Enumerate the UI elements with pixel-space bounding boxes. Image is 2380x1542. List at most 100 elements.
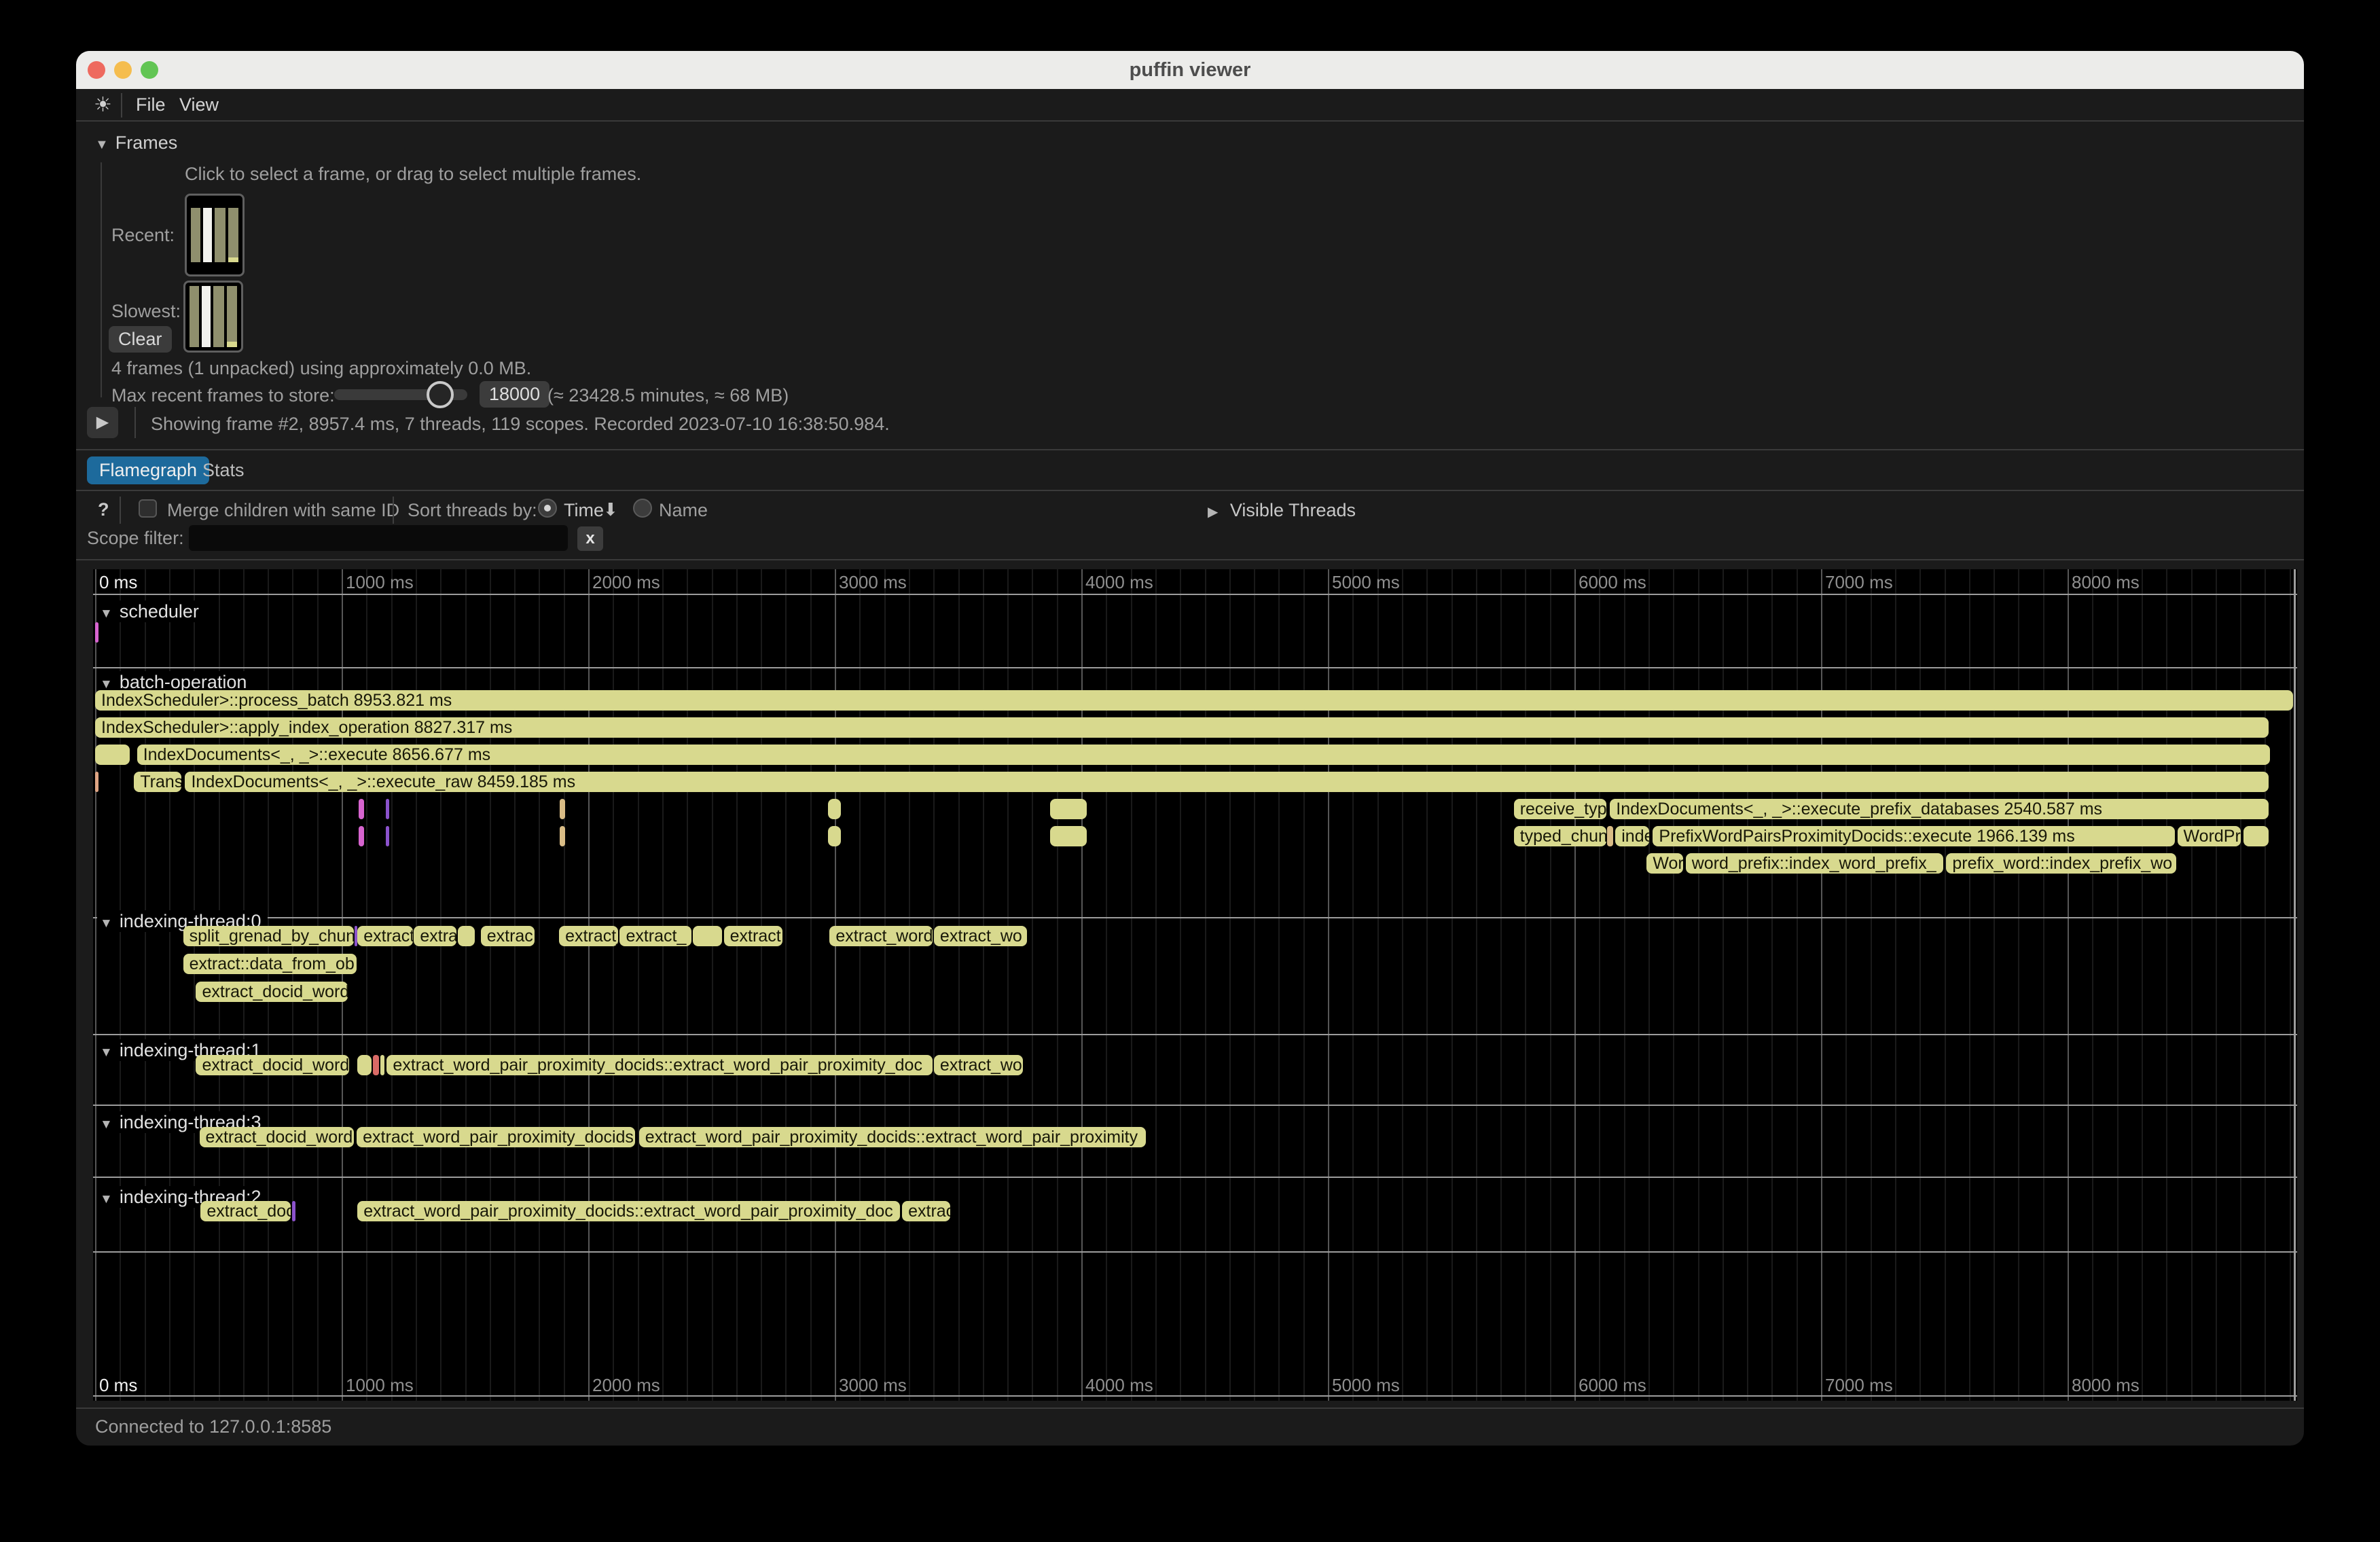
title-bar: puffin viewer: [76, 51, 2304, 89]
slowest-label: Slowest:: [111, 301, 181, 322]
canvas-right-edge: [2294, 569, 2296, 1401]
scope-bar[interactable]: [1050, 799, 1087, 819]
scope-bar[interactable]: extract_word_pair_proximity_docids::extr…: [386, 1055, 932, 1075]
axis-tick-label: 7000 ms: [1825, 572, 1893, 593]
scope-bar[interactable]: split_grenad_by_chun: [183, 926, 355, 946]
scope-bar[interactable]: index: [1615, 826, 1649, 846]
scope-bar[interactable]: [95, 745, 130, 765]
menu-view[interactable]: View: [179, 94, 219, 115]
collapse-triangle-icon: ▼: [100, 1045, 113, 1060]
menu-file[interactable]: File: [136, 94, 166, 115]
scope-bar[interactable]: extract_wo: [934, 926, 1027, 946]
sort-by-name-radio[interactable]: [633, 499, 652, 518]
scope-bar[interactable]: extrac: [481, 926, 535, 946]
scope-bar[interactable]: [386, 826, 389, 846]
scope-bar[interactable]: extract_docid_word: [196, 982, 348, 1002]
separator: [76, 559, 2304, 560]
clear-frames-button[interactable]: Clear: [109, 326, 172, 353]
sort-by-time-label[interactable]: Time: [564, 500, 604, 521]
frame-stripe: [191, 208, 200, 262]
tab-flamegraph[interactable]: Flamegraph: [87, 456, 209, 484]
frames-hint-text: Click to select a frame, or drag to sele…: [185, 164, 641, 185]
radio-selected-dot: [544, 505, 551, 512]
theme-toggle-sun-icon[interactable]: ☀: [94, 93, 112, 117]
scope-bar[interactable]: [828, 826, 841, 846]
merge-children-label[interactable]: Merge children with same ID: [167, 500, 399, 521]
scope-bar[interactable]: [386, 799, 389, 819]
scope-bar[interactable]: [1607, 826, 1613, 846]
scope-bar[interactable]: extract_docid_word: [196, 1055, 349, 1075]
scope-bar[interactable]: [95, 772, 98, 792]
scope-bar[interactable]: [292, 1201, 295, 1221]
thread-header-scheduler[interactable]: ▼scheduler: [97, 600, 206, 622]
scope-bar[interactable]: IndexDocuments<_, _>::execute 8656.677 m…: [137, 745, 2270, 765]
recent-frame-thumbnail[interactable]: [185, 194, 245, 276]
scope-bar[interactable]: IndexDocuments<_, _>::execute_prefix_dat…: [1610, 799, 2269, 819]
collapse-triangle-icon: ▼: [100, 1192, 113, 1206]
scope-bar[interactable]: [373, 1055, 379, 1075]
axis-tick-label: 8000 ms: [2072, 572, 2140, 593]
scope-bar[interactable]: [359, 826, 364, 846]
scope-bar[interactable]: extract::data_from_ob: [183, 954, 357, 974]
visible-threads-header[interactable]: ▶ Visible Threads: [1208, 500, 1356, 521]
scope-bar[interactable]: receive_typed_: [1514, 799, 1606, 819]
tab-stats[interactable]: Stats: [202, 460, 245, 481]
scope-bar[interactable]: extract_: [559, 926, 617, 946]
scope-bar[interactable]: extract_docid_word: [200, 1127, 355, 1147]
scope-bar[interactable]: Trans: [134, 772, 181, 792]
scope-bar[interactable]: WordPr: [2178, 826, 2241, 846]
max-frames-label: Max recent frames to store:: [111, 385, 335, 406]
scope-bar[interactable]: [95, 622, 98, 643]
scope-bar[interactable]: PrefixWordPairsProximityDocids::execute …: [1653, 826, 2174, 846]
thread-section-divider: [93, 1251, 2297, 1253]
scope-bar[interactable]: extract_word_pair_proximity_docids: [357, 1127, 634, 1147]
scope-bar[interactable]: typed_chunk::w: [1514, 826, 1606, 846]
scope-bar[interactable]: [693, 926, 722, 946]
separator: [76, 449, 2304, 450]
sort-by-name-label[interactable]: Name: [659, 500, 708, 521]
scope-bar[interactable]: [2243, 826, 2269, 846]
scope-bar[interactable]: [1050, 826, 1087, 846]
flamegraph-canvas[interactable]: 0 ms0 ms1000 ms1000 ms2000 ms2000 ms3000…: [93, 569, 2297, 1401]
scope-bar[interactable]: Word: [1646, 853, 1683, 874]
play-button[interactable]: ▶: [87, 407, 118, 438]
scope-bar[interactable]: extract: [724, 926, 782, 946]
frame-stripe: [203, 208, 211, 262]
clear-filter-button[interactable]: x: [577, 526, 603, 551]
merge-children-checkbox[interactable]: [139, 499, 157, 518]
axis-tick-label: 4000 ms: [1085, 572, 1153, 593]
scope-bar[interactable]: IndexScheduler>::apply_index_operation 8…: [95, 717, 2269, 738]
scope-bar[interactable]: [359, 799, 364, 819]
scope-bar[interactable]: [357, 1055, 372, 1075]
scope-bar[interactable]: [560, 799, 565, 819]
scope-bar[interactable]: [380, 1055, 384, 1075]
scope-bar[interactable]: [560, 826, 565, 846]
scope-bar[interactable]: [458, 926, 475, 946]
scope-bar[interactable]: [828, 799, 841, 819]
scope-bar[interactable]: extract_wo: [934, 1055, 1023, 1075]
scope-bar[interactable]: extra: [414, 926, 456, 946]
scope-bar[interactable]: prefix_word::index_prefix_wo: [1946, 853, 2176, 874]
scope-bar[interactable]: IndexDocuments<_, _>::execute_raw 8459.1…: [185, 772, 2268, 792]
scope-bar[interactable]: extract_word: [829, 926, 932, 946]
sort-direction-down-icon[interactable]: ⬇: [603, 499, 618, 520]
help-button[interactable]: ?: [98, 499, 109, 520]
separator: [76, 490, 2304, 491]
scope-bar[interactable]: extract: [357, 926, 412, 946]
collapse-triangle-icon: ▼: [100, 1117, 113, 1132]
sort-by-time-radio[interactable]: [538, 499, 557, 518]
scope-filter-input[interactable]: [189, 525, 568, 551]
slowest-frame-thumbnail[interactable]: [183, 281, 243, 353]
frames-section-header[interactable]: ▼Frames: [95, 132, 177, 154]
max-frames-slider-knob[interactable]: [427, 381, 454, 408]
scope-bar[interactable]: IndexScheduler>::process_batch 8953.821 …: [95, 690, 2293, 711]
scope-bar[interactable]: extrac: [902, 1201, 950, 1221]
scope-bar[interactable]: extract_word_pair_proximity_docids::extr…: [357, 1201, 900, 1221]
scope-bar[interactable]: extract_doc: [200, 1201, 290, 1221]
max-frames-value[interactable]: 18000: [480, 381, 549, 408]
scope-bar[interactable]: extract_: [619, 926, 691, 946]
scope-bar[interactable]: extract_word_pair_proximity_docids::extr…: [639, 1127, 1147, 1147]
scope-bar[interactable]: word_prefix::index_word_prefix_: [1686, 853, 1944, 874]
axis-tick-label: 2000 ms: [592, 1375, 660, 1396]
thread-section-divider: [93, 1177, 2297, 1178]
